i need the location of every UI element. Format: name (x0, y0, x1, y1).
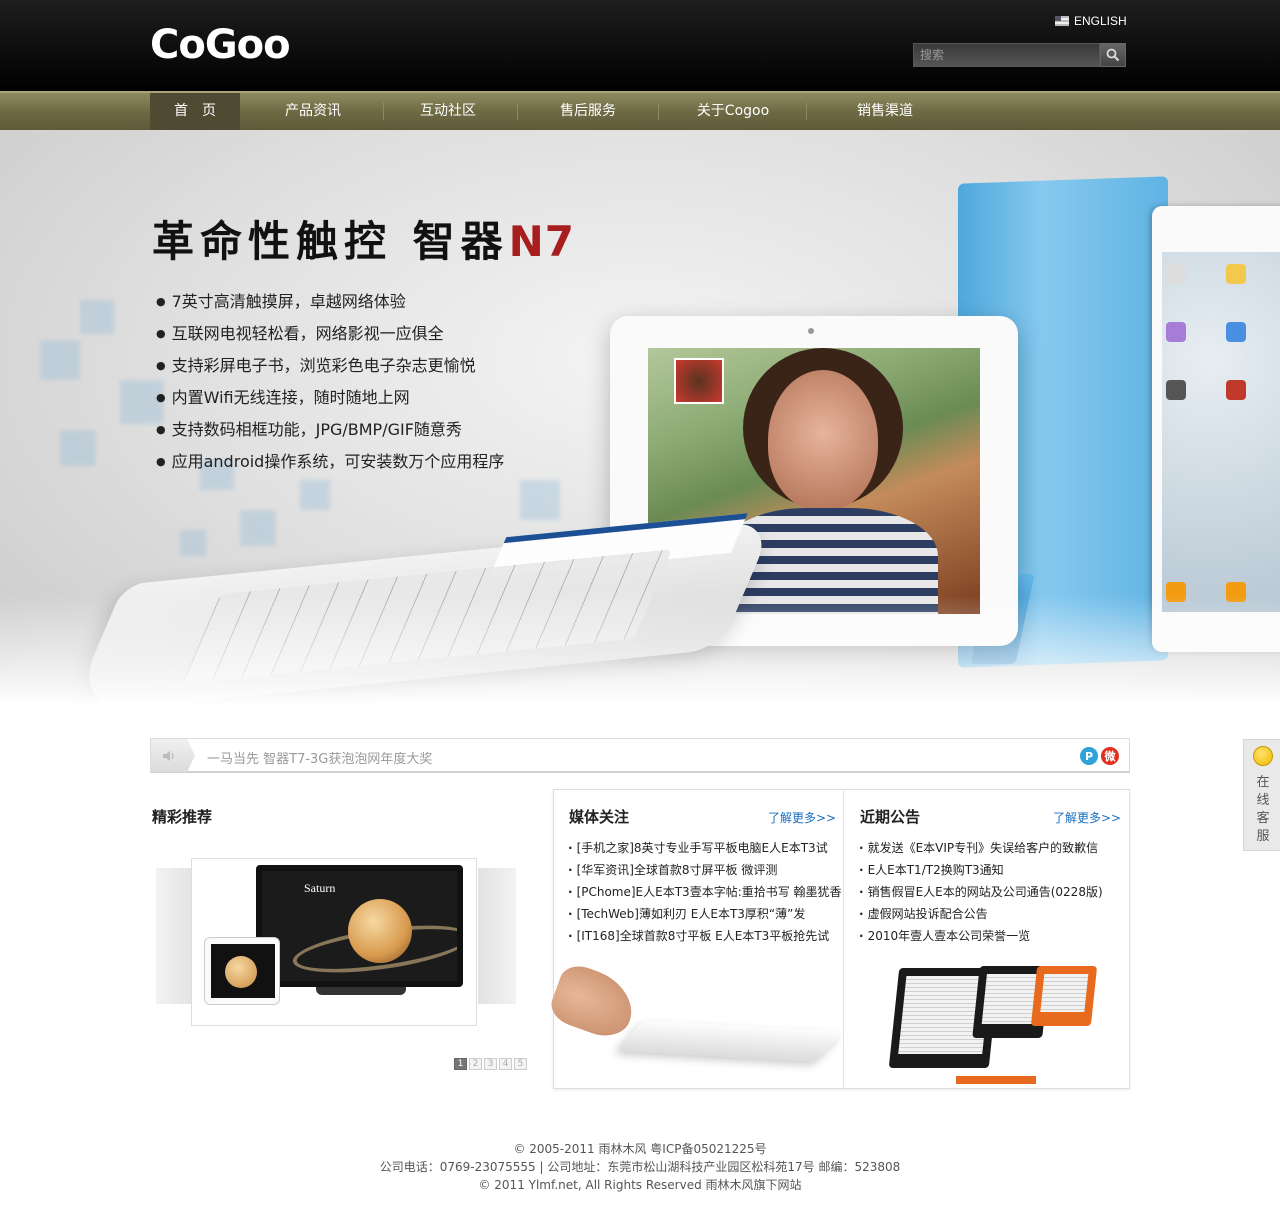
headline-model: N7 (508, 217, 575, 266)
decor-tile (60, 430, 96, 466)
feature-item: 内置Wifi无线连接，随时随地上网 (156, 386, 504, 418)
search-box (913, 43, 1126, 67)
pip-video (674, 358, 724, 404)
saturn-image (348, 899, 412, 963)
decor-tile (520, 480, 560, 520)
decor-tile (240, 510, 276, 546)
headline-text: 革命性触控 智器 (152, 217, 509, 266)
media-title: 媒体关注 (569, 808, 630, 826)
nav-divider (658, 102, 659, 120)
page-button[interactable]: 3 (484, 1058, 497, 1070)
search-button[interactable] (1100, 43, 1126, 67)
tv-display: Saturn (256, 865, 463, 987)
media-item[interactable]: [华军资讯]全球首款8寸屏平板 微评测 (568, 860, 842, 882)
weibo-icon[interactable]: 微 (1101, 747, 1119, 765)
recommend-title: 精彩推荐 (152, 808, 213, 826)
camera-icon (808, 328, 814, 334)
news-ticker: 一马当先 智器T7-3G获泡泡网年度大奖 P 微 (150, 738, 1130, 773)
nav-divider (806, 102, 807, 120)
nav-item-about[interactable]: 关于Cogoo (673, 93, 793, 130)
notices-title: 近期公告 (860, 808, 921, 826)
nav-divider (517, 102, 518, 120)
notice-item[interactable]: 就发送《E本VIP专刊》失误给客户的致歉信 (859, 838, 1103, 860)
ereader-product-image (884, 960, 1104, 1084)
nav-item-products[interactable]: 产品资讯 (258, 93, 368, 130)
nav-item-home[interactable]: 首 页 (150, 93, 240, 130)
feature-item: 应用android操作系统，可安装数万个应用程序 (156, 450, 505, 482)
language-label[interactable]: ENGLISH (1074, 14, 1127, 28)
main-nav: 首 页 产品资讯 互动社区 售后服务 关于Cogoo 销售渠道 (0, 91, 1280, 130)
app-icon (1166, 322, 1186, 342)
online-service-label[interactable]: 在线客服 (1255, 774, 1271, 846)
app-icon (1166, 264, 1186, 284)
notice-item[interactable]: 销售假冒E人E本的网站及公司通告(0228版) (859, 882, 1103, 904)
footer-rights: © 2011 Ylmf.net, All Rights Reserved 雨林木… (478, 1178, 802, 1192)
search-input[interactable] (913, 43, 1100, 67)
app-icon (1166, 380, 1186, 400)
tablet-home-screen (1152, 206, 1280, 652)
media-item[interactable]: [TechWeb]薄如利刃 E人E本T3厚积“薄”发 (568, 904, 842, 926)
media-list: [手机之家]8英寸专业手写平板电脑E人E本T3试 [华军资讯]全球首款8寸屏平板… (568, 838, 842, 948)
site-header: CoGoo ENGLISH (0, 0, 1280, 91)
recommend-pager: 1 2 3 4 5 (454, 1058, 527, 1070)
share-pengyou-icon[interactable]: P (1080, 747, 1098, 765)
media-item[interactable]: [PChome]E人E本T3壹本字帖:重拾书写 翰墨犹香 (568, 882, 842, 904)
recommend-image[interactable]: Saturn (191, 858, 477, 1026)
smiley-icon (1253, 746, 1273, 766)
feature-item: 7英寸高清触摸屏，卓越网络体验 (156, 290, 504, 322)
notice-item[interactable]: 2010年壹人壹本公司荣誉一览 (859, 926, 1103, 948)
us-flag-icon (1055, 16, 1069, 26)
online-service-widget[interactable]: 在线客服 (1243, 739, 1280, 851)
panel-divider (843, 790, 844, 1088)
notice-item[interactable]: E人E本T1/T2换购T3通知 (859, 860, 1103, 882)
media-item[interactable]: [手机之家]8英寸专业手写平板电脑E人E本T3试 (568, 838, 842, 860)
speaker-icon (151, 739, 195, 772)
notices-more-link[interactable]: 了解更多>> (1053, 809, 1121, 826)
nav-divider (383, 102, 384, 120)
language-switch[interactable]: ENGLISH (1055, 14, 1127, 28)
saturn-label: Saturn (304, 881, 336, 895)
feature-item: 支持数码相框功能，JPG/BMP/GIF随意秀 (156, 418, 504, 450)
ticker-text[interactable]: 一马当先 智器T7-3G获泡泡网年度大奖 (207, 748, 432, 767)
decor-tile (80, 300, 114, 334)
page-button[interactable]: 1 (454, 1058, 467, 1070)
feature-list: 7英寸高清触摸屏，卓越网络体验 互联网电视轻松看，网络影视一应俱全 支持彩屏电子… (156, 290, 505, 482)
banner-headline: 革命性触控 智器N7 (152, 208, 575, 269)
hero-banner[interactable]: 革命性触控 智器N7 7英寸高清触摸屏，卓越网络体验 互联网电视轻松看，网络影视… (0, 130, 1280, 705)
decor-tile (300, 480, 330, 510)
nav-item-community[interactable]: 互动社区 (393, 93, 503, 130)
nav-item-channels[interactable]: 销售渠道 (830, 93, 940, 130)
decor-tile (180, 530, 206, 556)
person-photo (768, 370, 878, 510)
media-item[interactable]: [IT168]全球首款8寸平板 E人E本T3平板抢先试 (568, 926, 842, 948)
app-icon (1226, 380, 1246, 400)
site-footer: © 2005-2011 雨林木风 粤ICP备05021225号 公司电话：076… (0, 1140, 1280, 1194)
media-more-link[interactable]: 了解更多>> (768, 809, 836, 826)
nav-item-service[interactable]: 售后服务 (533, 93, 643, 130)
notice-item[interactable]: 虚假网站投诉配合公告 (859, 904, 1103, 926)
decor-tile (40, 340, 80, 380)
notices-list: 就发送《E本VIP专刊》失误给客户的致歉信 E人E本T1/T2换购T3通知 销售… (859, 838, 1103, 948)
carousel-next-ghost[interactable] (478, 868, 516, 1004)
cogoo-logo[interactable]: CoGoo (150, 22, 291, 68)
page-button[interactable]: 4 (499, 1058, 512, 1070)
app-icon (1226, 264, 1246, 284)
page-button[interactable]: 5 (514, 1058, 527, 1070)
search-icon (1106, 48, 1120, 62)
feature-item: 支持彩屏电子书，浏览彩色电子杂志更愉悦 (156, 354, 504, 386)
page-button[interactable]: 2 (469, 1058, 482, 1070)
feature-item: 互联网电视轻松看，网络影视一应俱全 (156, 322, 504, 354)
tablet-mirror (204, 937, 280, 1005)
footer-copyright: © 2005-2011 雨林木风 粤ICP备05021225号 (513, 1142, 767, 1156)
carousel-prev-ghost[interactable] (156, 868, 194, 1004)
footer-contact: 公司电话：0769-23075555 | 公司地址：东莞市松山湖科技产业园区松科… (379, 1160, 901, 1174)
app-icon (1226, 322, 1246, 342)
